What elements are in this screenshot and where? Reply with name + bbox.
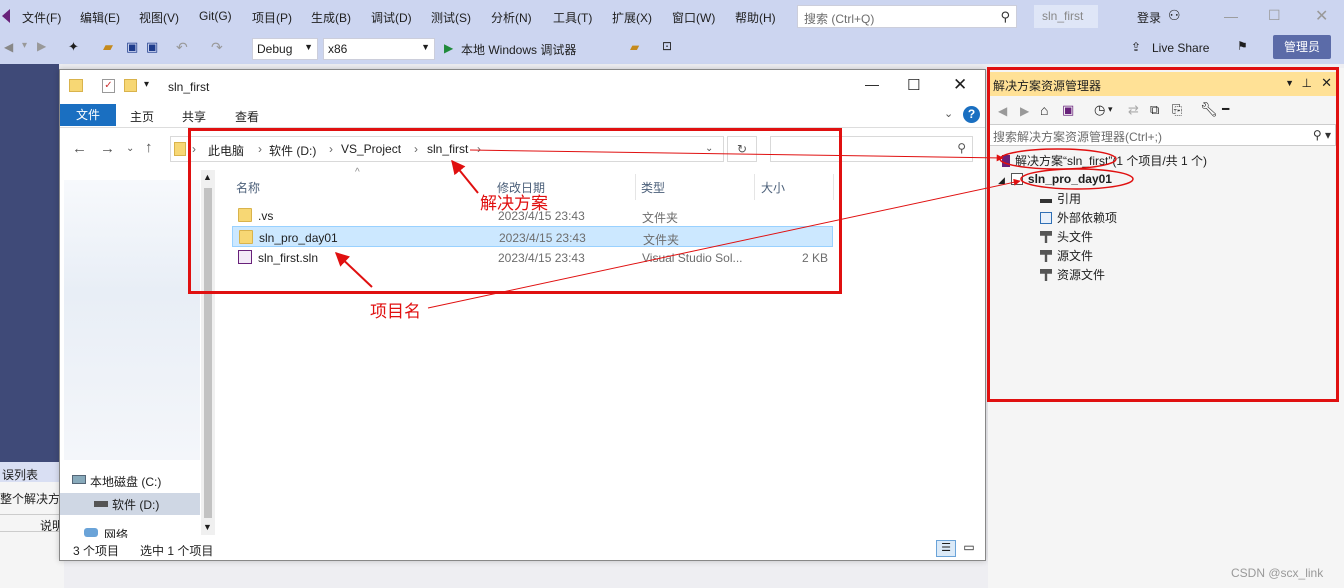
properties-icon[interactable]: ✓ (102, 79, 115, 93)
help-icon[interactable]: ? (963, 106, 980, 123)
blurred-nav-area (64, 180, 200, 460)
maximize-icon[interactable]: ☐ (1268, 7, 1281, 24)
nav-item-label: 本地磁盘 (C:) (90, 475, 162, 489)
dropdown-icon[interactable]: ▾ (22, 40, 27, 51)
watermark: CSDN @scx_link (1231, 566, 1324, 580)
new-folder-icon[interactable] (124, 79, 137, 92)
solution-name-tab: sln_first (1034, 5, 1098, 28)
window-layout-icon[interactable]: ⊡ (662, 39, 672, 53)
user-add-icon[interactable]: ⚇ (1168, 7, 1181, 24)
nav-item-drive-c[interactable]: 本地磁盘 (C:) (60, 470, 200, 492)
chevron-down-icon: ▼ (421, 42, 430, 52)
chevron-down-icon: ▼ (304, 42, 313, 52)
expand-ribbon-icon[interactable]: ⌄ (944, 107, 953, 120)
folder-search-icon[interactable]: ▰ (630, 40, 639, 54)
search-icon: ⚲ (957, 141, 966, 155)
scroll-down-icon[interactable]: ▼ (203, 522, 212, 532)
menu-debug[interactable]: 调试(D) (371, 9, 412, 26)
recent-dropdown-icon[interactable]: ⌄ (126, 143, 134, 154)
annotation-box-solution-explorer (987, 67, 1339, 402)
forward-icon[interactable]: → (100, 140, 115, 157)
nav-item-network[interactable]: 网络 (60, 525, 200, 538)
platform-select[interactable]: x86 ▼ (323, 38, 435, 60)
nav-item-drive-d[interactable]: 软件 (D:) (60, 493, 200, 515)
minimize-icon[interactable]: — (1224, 8, 1238, 24)
quick-access-dropdown-icon[interactable]: ▾ (144, 79, 149, 90)
drive-icon (72, 475, 86, 484)
folder-icon (69, 79, 83, 92)
login-link[interactable]: 登录 (1137, 9, 1161, 26)
vs-logo-icon (2, 9, 10, 23)
annotation-project-label: 项目名 (370, 302, 421, 322)
share-icon[interactable]: ⇪ (1131, 40, 1141, 54)
forward-icon[interactable]: ▶ (37, 39, 46, 53)
error-list-title: 误列表 (0, 462, 64, 482)
live-share-button[interactable]: Live Share (1152, 41, 1209, 55)
save-icon[interactable]: ▣ (126, 39, 138, 55)
menu-build[interactable]: 生成(B) (311, 9, 351, 26)
annotation-solution-label: 解决方案 (480, 194, 548, 214)
menu-extensions[interactable]: 扩展(X) (612, 9, 652, 26)
ribbon-tabs: 文件 主页 共享 查看 ⌄ ? (60, 104, 985, 128)
menu-view[interactable]: 视图(V) (139, 9, 179, 26)
menu-edit[interactable]: 编辑(E) (80, 9, 120, 26)
configuration-select[interactable]: Debug ▼ (252, 38, 318, 60)
menu-test[interactable]: 测试(S) (431, 9, 471, 26)
new-project-icon[interactable]: ✦ (68, 39, 79, 55)
vs-search-input[interactable]: 搜索 (Ctrl+Q) ⚲ (797, 5, 1017, 28)
back-icon[interactable]: ← (72, 140, 87, 157)
error-list-panel: 误列表 整个解决方案 说明 (0, 462, 64, 588)
redo-icon[interactable]: ↷ (211, 39, 223, 56)
menu-window[interactable]: 窗口(W) (672, 9, 715, 26)
nav-item-label: 网络 (104, 528, 129, 538)
play-icon[interactable]: ▶ (444, 41, 453, 55)
explorer-status-bar: 3 个项目 选中 1 个项目 ☰ ▭ (60, 538, 985, 560)
menu-analyze[interactable]: 分析(N) (491, 9, 532, 26)
undo-icon[interactable]: ↶ (176, 39, 188, 56)
save-all-icon[interactable]: ▣ (146, 39, 158, 55)
vs-search-placeholder: 搜索 (Ctrl+Q) (804, 12, 875, 26)
search-icon: ⚲ (1000, 9, 1010, 24)
tab-share[interactable]: 共享 (182, 108, 206, 125)
platform-value: x86 (328, 42, 348, 56)
tab-home[interactable]: 主页 (130, 108, 154, 125)
vs-toolbar: ◀ ▾ ▶ ✦ ▰ ▣ ▣ ↶ ↷ Debug ▼ x86 ▼ ▶ 本地 Windo… (0, 34, 1344, 64)
up-icon[interactable]: ↑ (145, 139, 153, 156)
item-count: 3 个项目 (73, 544, 120, 558)
close-icon[interactable]: ✕ (1315, 6, 1328, 26)
feedback-icon[interactable]: ⚑ (1237, 39, 1248, 53)
close-icon[interactable]: ✕ (953, 75, 967, 95)
nav-item-label: 软件 (D:) (112, 498, 160, 512)
menu-bar: 文件(F) 编辑(E) 视图(V) Git(G) 项目(P) 生成(B) 调试(… (0, 0, 1344, 34)
network-icon (84, 528, 98, 537)
window-title: sln_first (168, 80, 210, 94)
error-scope-select[interactable]: 整个解决方案 (0, 488, 64, 506)
configuration-value: Debug (257, 42, 293, 56)
tab-file[interactable]: 文件 (60, 104, 116, 126)
menu-help[interactable]: 帮助(H) (735, 9, 776, 26)
tab-view[interactable]: 查看 (235, 108, 259, 125)
admin-badge[interactable]: 管理员 (1273, 35, 1331, 59)
minimize-icon[interactable]: — (865, 76, 879, 92)
menu-git[interactable]: Git(G) (199, 9, 232, 23)
details-view-icon[interactable]: ☰ (936, 540, 956, 557)
menu-project[interactable]: 项目(P) (252, 9, 292, 26)
menu-file[interactable]: 文件(F) (22, 9, 61, 26)
large-icons-view-icon[interactable]: ▭ (960, 540, 978, 557)
run-debugger-button[interactable]: 本地 Windows 调试器 (461, 41, 576, 58)
error-column-header[interactable]: 说明 (0, 514, 64, 532)
open-folder-icon[interactable]: ▰ (103, 39, 113, 55)
maximize-icon[interactable]: ☐ (907, 76, 920, 94)
back-icon[interactable]: ◀ (4, 40, 13, 54)
menu-tools[interactable]: 工具(T) (553, 9, 592, 26)
drive-icon (94, 501, 108, 507)
selected-count: 选中 1 个项目 (140, 544, 214, 558)
folder-icon (174, 142, 186, 156)
